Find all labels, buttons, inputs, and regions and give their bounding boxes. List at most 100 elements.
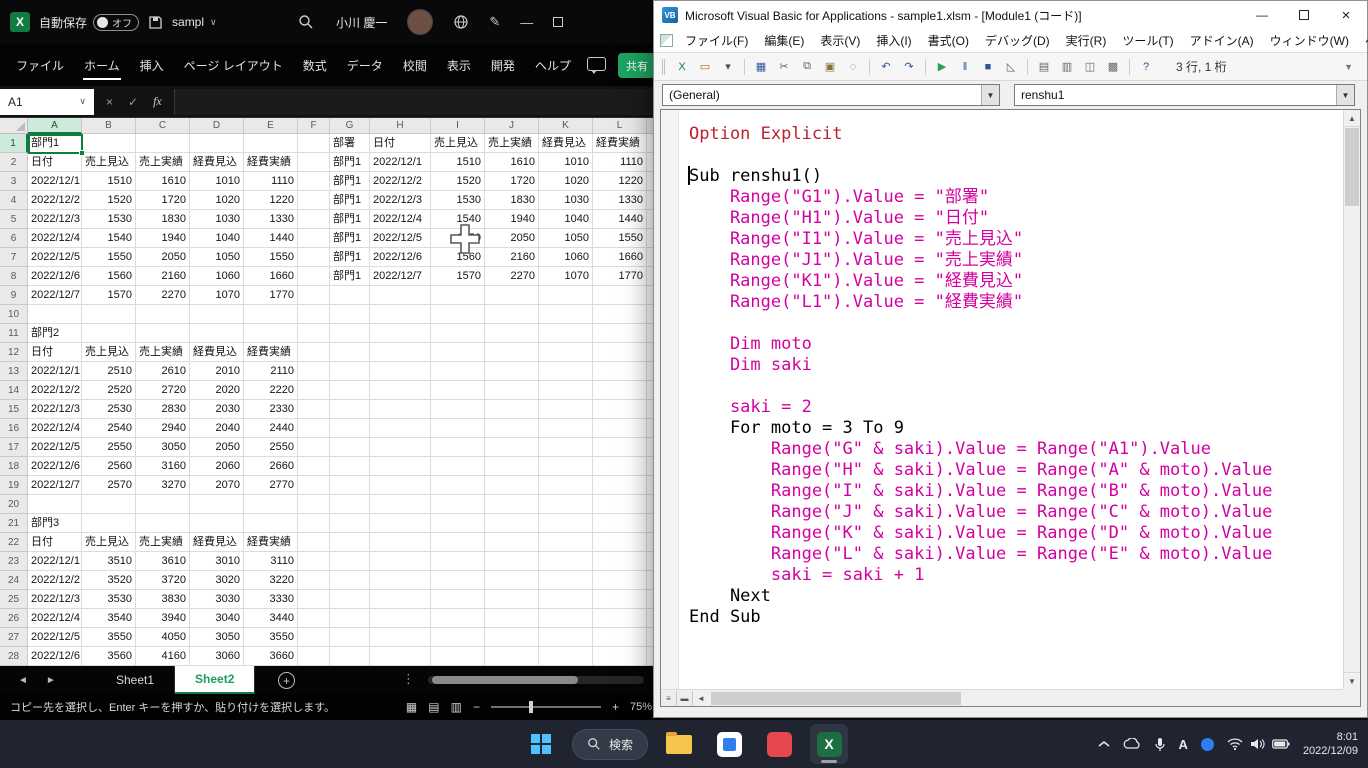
cell-I3[interactable]: 1520 [431, 172, 485, 191]
scrollbar-thumb[interactable] [711, 692, 961, 705]
horizontal-scrollbar[interactable] [428, 676, 644, 684]
cell-K28[interactable] [539, 647, 593, 666]
normal-view-icon[interactable]: ▦ [406, 700, 417, 714]
select-all-corner[interactable] [0, 118, 28, 134]
view-excel-icon[interactable]: X [673, 58, 691, 76]
cell-K20[interactable] [539, 495, 593, 514]
cell-K1[interactable]: 経費見込 [539, 134, 593, 153]
cell-I15[interactable] [431, 400, 485, 419]
cell-K18[interactable] [539, 457, 593, 476]
code-line-3[interactable]: Sub renshu1() [689, 166, 1343, 187]
cell-E19[interactable]: 2770 [244, 476, 298, 495]
vba-menu-0[interactable]: ファイル(F) [677, 32, 756, 49]
vba-menu-5[interactable]: デバッグ(D) [977, 32, 1058, 49]
code-line-18[interactable]: Range("I" & saki).Value = Range("B" & mo… [689, 481, 1343, 502]
row-header-28[interactable]: 28 [0, 647, 28, 666]
cell-D18[interactable]: 2060 [190, 457, 244, 476]
zoom-out-icon[interactable]: − [473, 700, 480, 714]
cell-J4[interactable]: 1830 [485, 191, 539, 210]
cell-H25[interactable] [370, 590, 431, 609]
code-line-19[interactable]: Range("J" & saki).Value = Range("C" & mo… [689, 502, 1343, 523]
redo-icon[interactable]: ↷ [900, 58, 918, 76]
cell-K15[interactable] [539, 400, 593, 419]
cell-I18[interactable] [431, 457, 485, 476]
cell-B12[interactable]: 売上見込 [82, 343, 136, 362]
cell-L26[interactable] [593, 609, 647, 628]
cell-D6[interactable]: 1040 [190, 229, 244, 248]
cell-E28[interactable]: 3660 [244, 647, 298, 666]
cell-I27[interactable] [431, 628, 485, 647]
cell-A12[interactable]: 日付 [28, 343, 82, 362]
cell-F4[interactable] [298, 191, 330, 210]
cell-C19[interactable]: 3270 [136, 476, 190, 495]
object-dropdown[interactable]: (General) ▼ [662, 84, 1000, 106]
cell-C21[interactable] [136, 514, 190, 533]
cell-I22[interactable] [431, 533, 485, 552]
cell-C12[interactable]: 売上実績 [136, 343, 190, 362]
cell-E15[interactable]: 2330 [244, 400, 298, 419]
cell-D7[interactable]: 1050 [190, 248, 244, 267]
full-module-view-button[interactable]: ▬ [677, 691, 693, 706]
cell-L18[interactable] [593, 457, 647, 476]
row-header-20[interactable]: 20 [0, 495, 28, 514]
cell-G12[interactable] [330, 343, 370, 362]
cell-G7[interactable]: 部門1 [330, 248, 370, 267]
cell-H12[interactable] [370, 343, 431, 362]
zoom-in-icon[interactable]: + [612, 700, 619, 714]
cell-K13[interactable] [539, 362, 593, 381]
cell-K25[interactable] [539, 590, 593, 609]
code-line-9[interactable]: Range("L1").Value = "経費実績" [689, 292, 1343, 313]
cell-F15[interactable] [298, 400, 330, 419]
row-header-17[interactable]: 17 [0, 438, 28, 457]
insert-userform-icon[interactable]: ▭ [696, 58, 714, 76]
cell-L12[interactable] [593, 343, 647, 362]
cell-I13[interactable] [431, 362, 485, 381]
cell-K24[interactable] [539, 571, 593, 590]
cell-L5[interactable]: 1440 [593, 210, 647, 229]
cell-L22[interactable] [593, 533, 647, 552]
cell-B11[interactable] [82, 324, 136, 343]
cell-A17[interactable]: 2022/12/5 [28, 438, 82, 457]
cell-D25[interactable]: 3030 [190, 590, 244, 609]
ribbon-tab-7[interactable]: 表示 [437, 44, 481, 86]
cell-K17[interactable] [539, 438, 593, 457]
taskbar-search[interactable]: 検索 [572, 729, 648, 760]
cell-F21[interactable] [298, 514, 330, 533]
cell-C9[interactable]: 2270 [136, 286, 190, 305]
cell-K10[interactable] [539, 305, 593, 324]
add-sheet-button[interactable]: + [278, 672, 295, 689]
cell-A28[interactable]: 2022/12/6 [28, 647, 82, 666]
column-header-A[interactable]: A [28, 118, 82, 134]
cell-D26[interactable]: 3040 [190, 609, 244, 628]
cell-G15[interactable] [330, 400, 370, 419]
cell-A3[interactable]: 2022/12/1 [28, 172, 82, 191]
row-header-9[interactable]: 9 [0, 286, 28, 305]
maximize-button[interactable] [1283, 1, 1325, 29]
code-line-10[interactable] [689, 313, 1343, 334]
cell-G20[interactable] [330, 495, 370, 514]
cell-C23[interactable]: 3610 [136, 552, 190, 571]
cell-E11[interactable] [244, 324, 298, 343]
cell-J9[interactable] [485, 286, 539, 305]
cell-A1[interactable]: 部門1 [28, 134, 82, 153]
cell-G2[interactable]: 部門1 [330, 153, 370, 172]
cell-L2[interactable]: 1110 [593, 153, 647, 172]
cell-I7[interactable]: 1560 [431, 248, 485, 267]
cell-G17[interactable] [330, 438, 370, 457]
tray-app-blue-icon[interactable] [1201, 738, 1214, 751]
cell-E9[interactable]: 1770 [244, 286, 298, 305]
cell-B5[interactable]: 1530 [82, 210, 136, 229]
save-icon[interactable]: ▦ [752, 58, 770, 76]
cell-F13[interactable] [298, 362, 330, 381]
cell-F10[interactable] [298, 305, 330, 324]
cell-C4[interactable]: 1720 [136, 191, 190, 210]
cell-H15[interactable] [370, 400, 431, 419]
cell-K5[interactable]: 1040 [539, 210, 593, 229]
file-explorer-button[interactable] [660, 724, 698, 764]
cell-H3[interactable]: 2022/12/2 [370, 172, 431, 191]
cell-L23[interactable] [593, 552, 647, 571]
cell-B22[interactable]: 売上見込 [82, 533, 136, 552]
cell-F9[interactable] [298, 286, 330, 305]
cell-G10[interactable] [330, 305, 370, 324]
cell-E6[interactable]: 1440 [244, 229, 298, 248]
